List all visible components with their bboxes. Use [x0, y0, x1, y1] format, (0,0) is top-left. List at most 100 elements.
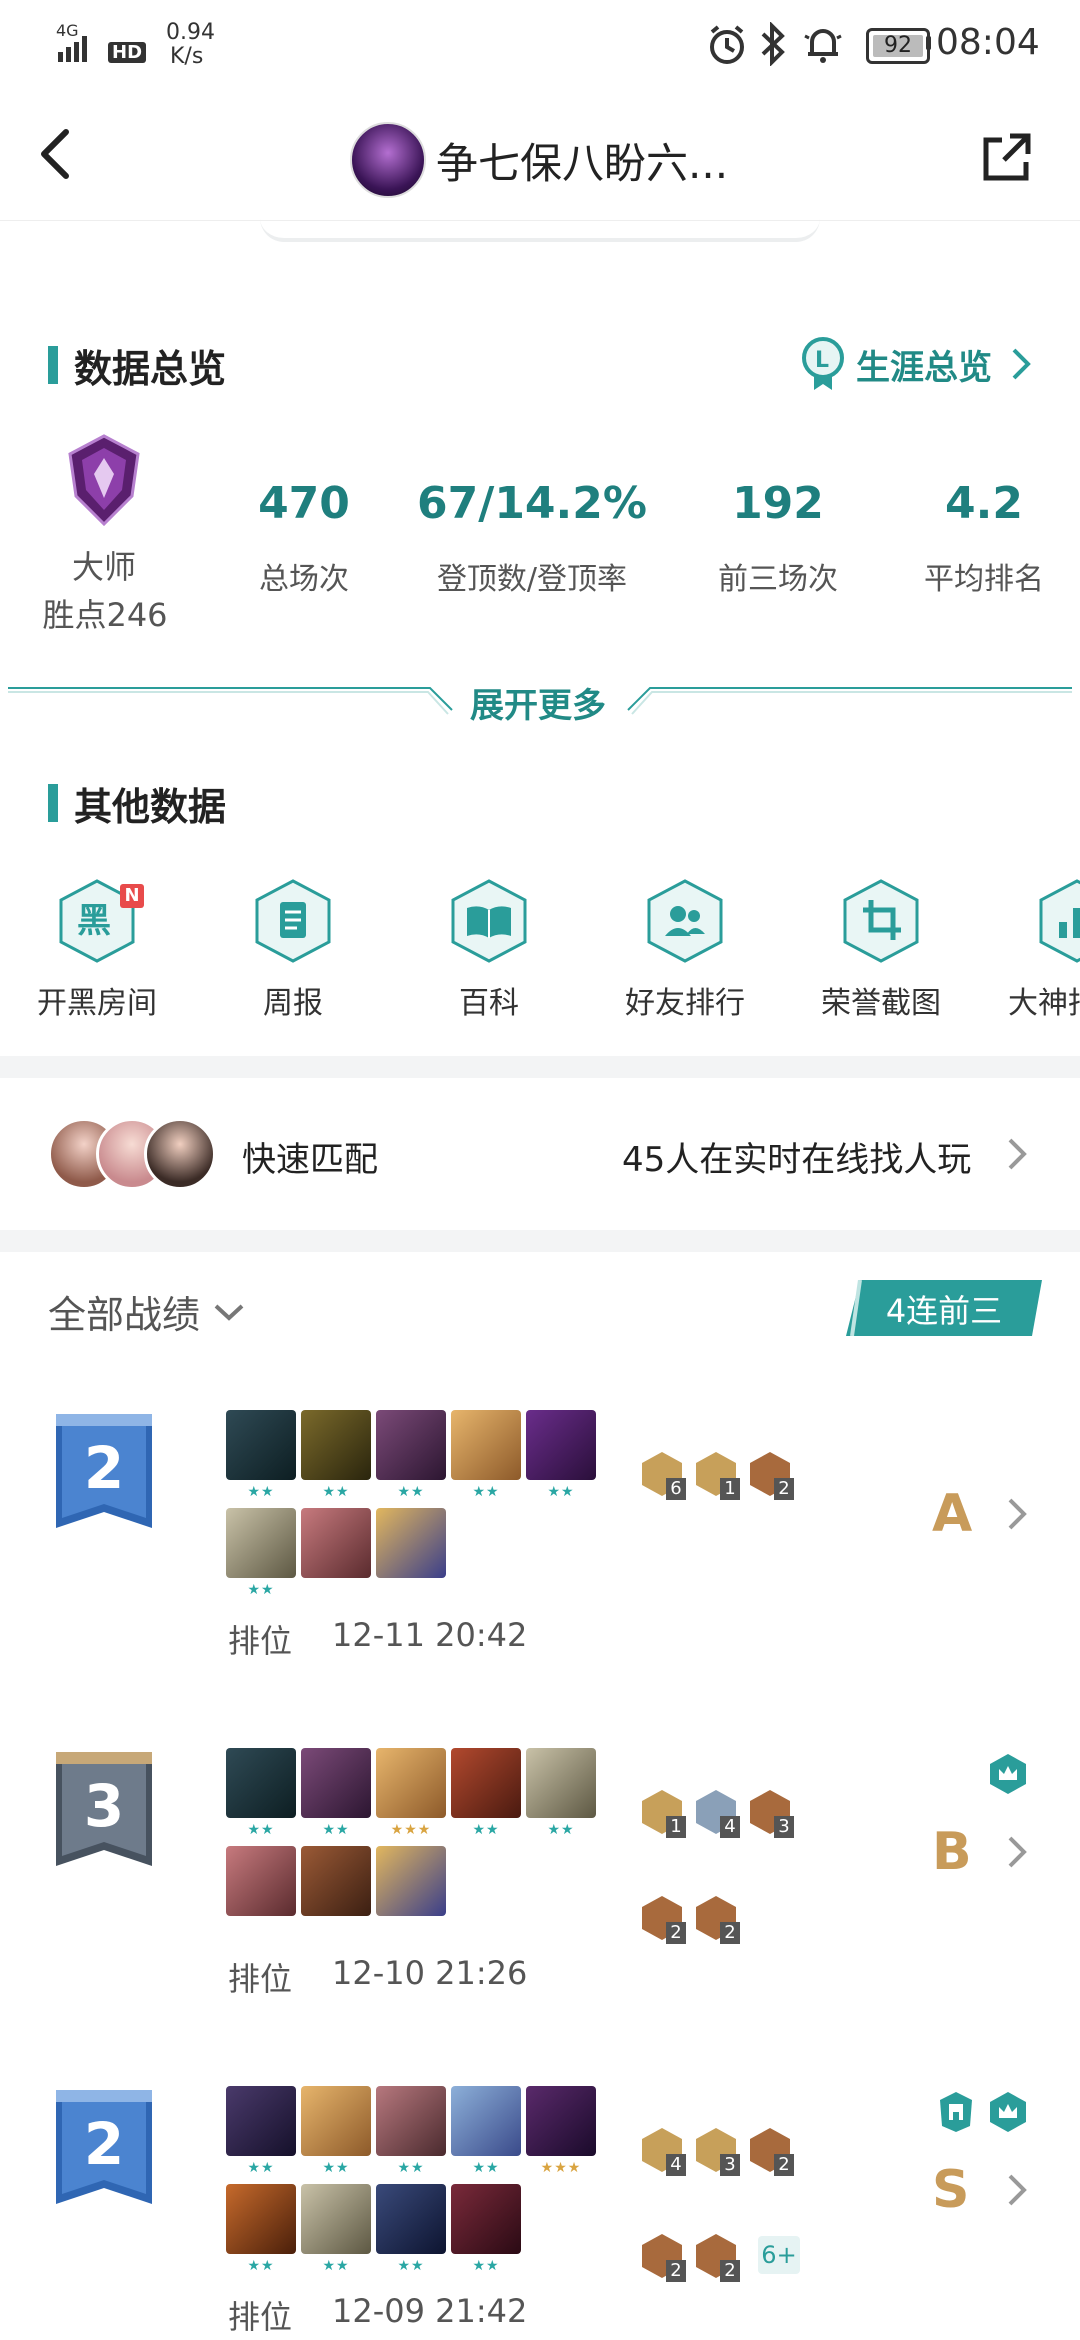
chevron-left-icon: [41, 129, 69, 179]
back-button[interactable]: [36, 126, 86, 186]
avatar[interactable]: [350, 122, 426, 198]
hero-stars: ★★: [247, 2160, 275, 2176]
place-number: 2: [83, 1434, 125, 1502]
match-card-2[interactable]: 3 ★★ ★★ ★★★ ★★ ★★ 1 4 3 2 2 B 排位 12-10 2…: [0, 1738, 1080, 2018]
stat-top3-label: 前三场次: [718, 562, 838, 597]
stat-avg-label: 平均排名: [924, 562, 1044, 597]
hero-stars: ★★: [547, 1484, 575, 1500]
hero-portrait[interactable]: [301, 2184, 371, 2254]
avatar: [144, 1118, 216, 1190]
hero-portrait[interactable]: [226, 2086, 296, 2156]
records-filter-label: 全部战绩: [48, 1293, 201, 1337]
quick-guide-label: 大神指: [1008, 986, 1080, 1018]
quick-wiki-label: 百科: [459, 986, 519, 1021]
career-icon: L: [802, 337, 844, 390]
hero-stars: ★★★: [540, 2160, 582, 2176]
hero-portrait[interactable]: [376, 1846, 446, 1916]
hero-portrait[interactable]: [526, 1748, 596, 1818]
trait-count: 2: [666, 2260, 686, 2282]
hero-stars: ★★: [322, 2258, 350, 2274]
trait-count: 2: [720, 2260, 740, 2282]
trait-count: 1: [666, 1816, 686, 1838]
records-filter[interactable]: 全部战绩: [48, 1284, 246, 1339]
hero-portrait[interactable]: [301, 2086, 371, 2156]
chevron-down-icon: [214, 1304, 244, 1321]
hero-portrait[interactable]: [301, 1846, 371, 1916]
chevron-right-icon: [1012, 348, 1031, 380]
hero-stars: ★★: [472, 1822, 500, 1838]
share-button[interactable]: [980, 132, 1034, 188]
hero-stars: ★★★: [390, 1822, 432, 1838]
quick-guide[interactable]: 大神指: [982, 878, 1080, 1018]
hero-portrait[interactable]: [526, 2086, 596, 2156]
hero-stars: ★★: [247, 2258, 275, 2274]
match-grade: B: [932, 1822, 972, 1882]
quick-weekly[interactable]: 周报: [198, 878, 388, 1021]
match-mode: 排位: [228, 2298, 293, 2336]
tab-remnant: [260, 218, 820, 242]
other-title: 其他数据: [74, 785, 227, 829]
more-traits-badge[interactable]: 6+: [758, 2236, 800, 2274]
trait-count: 2: [720, 1922, 740, 1944]
hero-portrait[interactable]: [301, 1748, 371, 1818]
hero-portrait[interactable]: [376, 1508, 446, 1578]
hero-stars: ★★: [247, 1582, 275, 1598]
battery-icon: 92: [866, 28, 930, 64]
quick-honor[interactable]: 荣誉截图: [786, 878, 976, 1021]
hero-portrait[interactable]: [226, 1846, 296, 1916]
quick-wiki[interactable]: 百科: [394, 878, 584, 1021]
hero-portrait[interactable]: [526, 1410, 596, 1480]
hero-portrait[interactable]: [451, 1410, 521, 1480]
hero-portrait[interactable]: [226, 1748, 296, 1818]
hero-portrait[interactable]: [451, 2184, 521, 2254]
quick-room[interactable]: 黑 N 开黑房间: [2, 878, 192, 1021]
match-card-3[interactable]: 2 ★★ ★★ ★★ ★★ ★★★ ★★ ★★ ★★ ★★ 4 3 2 2 2 …: [0, 2076, 1080, 2340]
trait-count: 3: [720, 2154, 740, 2176]
net-speed-unit: K/s: [170, 44, 204, 69]
match-time: 12-11 20:42: [332, 1616, 528, 1654]
chevron-right-icon: [1008, 1836, 1027, 1868]
streak-text: 4连前三: [885, 1292, 1003, 1330]
quick-weekly-label: 周报: [263, 986, 323, 1021]
hero-portrait[interactable]: [376, 1410, 446, 1480]
match-card-1[interactable]: 2 ★★ ★★ ★★ ★★ ★★ ★★ 6 1 2 A 排位 12-11 20:…: [0, 1400, 1080, 1680]
quick-room-label: 开黑房间: [37, 986, 157, 1021]
hero-stars: ★★: [472, 2258, 500, 2274]
hero-stars: ★★: [322, 1822, 350, 1838]
trait-count: 2: [774, 2154, 794, 2176]
hero-portrait[interactable]: [451, 2086, 521, 2156]
hero-portrait[interactable]: [226, 2184, 296, 2254]
hero-portrait[interactable]: [226, 1508, 296, 1578]
svg-text:L: L: [815, 348, 829, 373]
hero-portrait[interactable]: [451, 1748, 521, 1818]
trait-count: 3: [774, 1816, 794, 1838]
stat-avg-value: 4.2: [945, 478, 1023, 529]
new-badge: N: [120, 884, 144, 908]
crown-badge-icon: [990, 2092, 1026, 2132]
bell-icon: [800, 22, 846, 70]
stat-top-value: 67/14.2%: [417, 478, 647, 529]
hero-stars: ★★: [397, 2258, 425, 2274]
quick-friends[interactable]: 好友排行: [590, 878, 780, 1021]
hd-badge: HD: [108, 42, 147, 63]
friends-icon: [647, 879, 723, 963]
expand-more-button[interactable]: 展开更多: [470, 678, 606, 727]
svg-text:4G: 4G: [56, 22, 79, 40]
hero-portrait[interactable]: [376, 2184, 446, 2254]
hero-portrait[interactable]: [301, 1508, 371, 1578]
trait-count: 1: [720, 1478, 740, 1500]
hero-stars: ★★: [247, 1822, 275, 1838]
hero-portrait[interactable]: [376, 2086, 446, 2156]
hero-portrait[interactable]: [376, 1748, 446, 1818]
place-number: 2: [83, 2110, 125, 2178]
hero-portrait[interactable]: [301, 1410, 371, 1480]
chevron-right-icon: [1008, 1138, 1027, 1170]
quick-match-row[interactable]: 快速匹配 45人在实时在线找人玩: [0, 1078, 1080, 1228]
crown-badge-icon: [990, 1754, 1026, 1794]
hero-portrait[interactable]: [226, 1410, 296, 1480]
hero-stars: ★★: [472, 1484, 500, 1500]
chevron-right-icon: [1008, 2174, 1027, 2206]
trait-count: 4: [666, 2154, 686, 2176]
rank-name: 大师: [71, 548, 136, 586]
career-overview-link[interactable]: L 生涯总览: [800, 336, 1036, 392]
